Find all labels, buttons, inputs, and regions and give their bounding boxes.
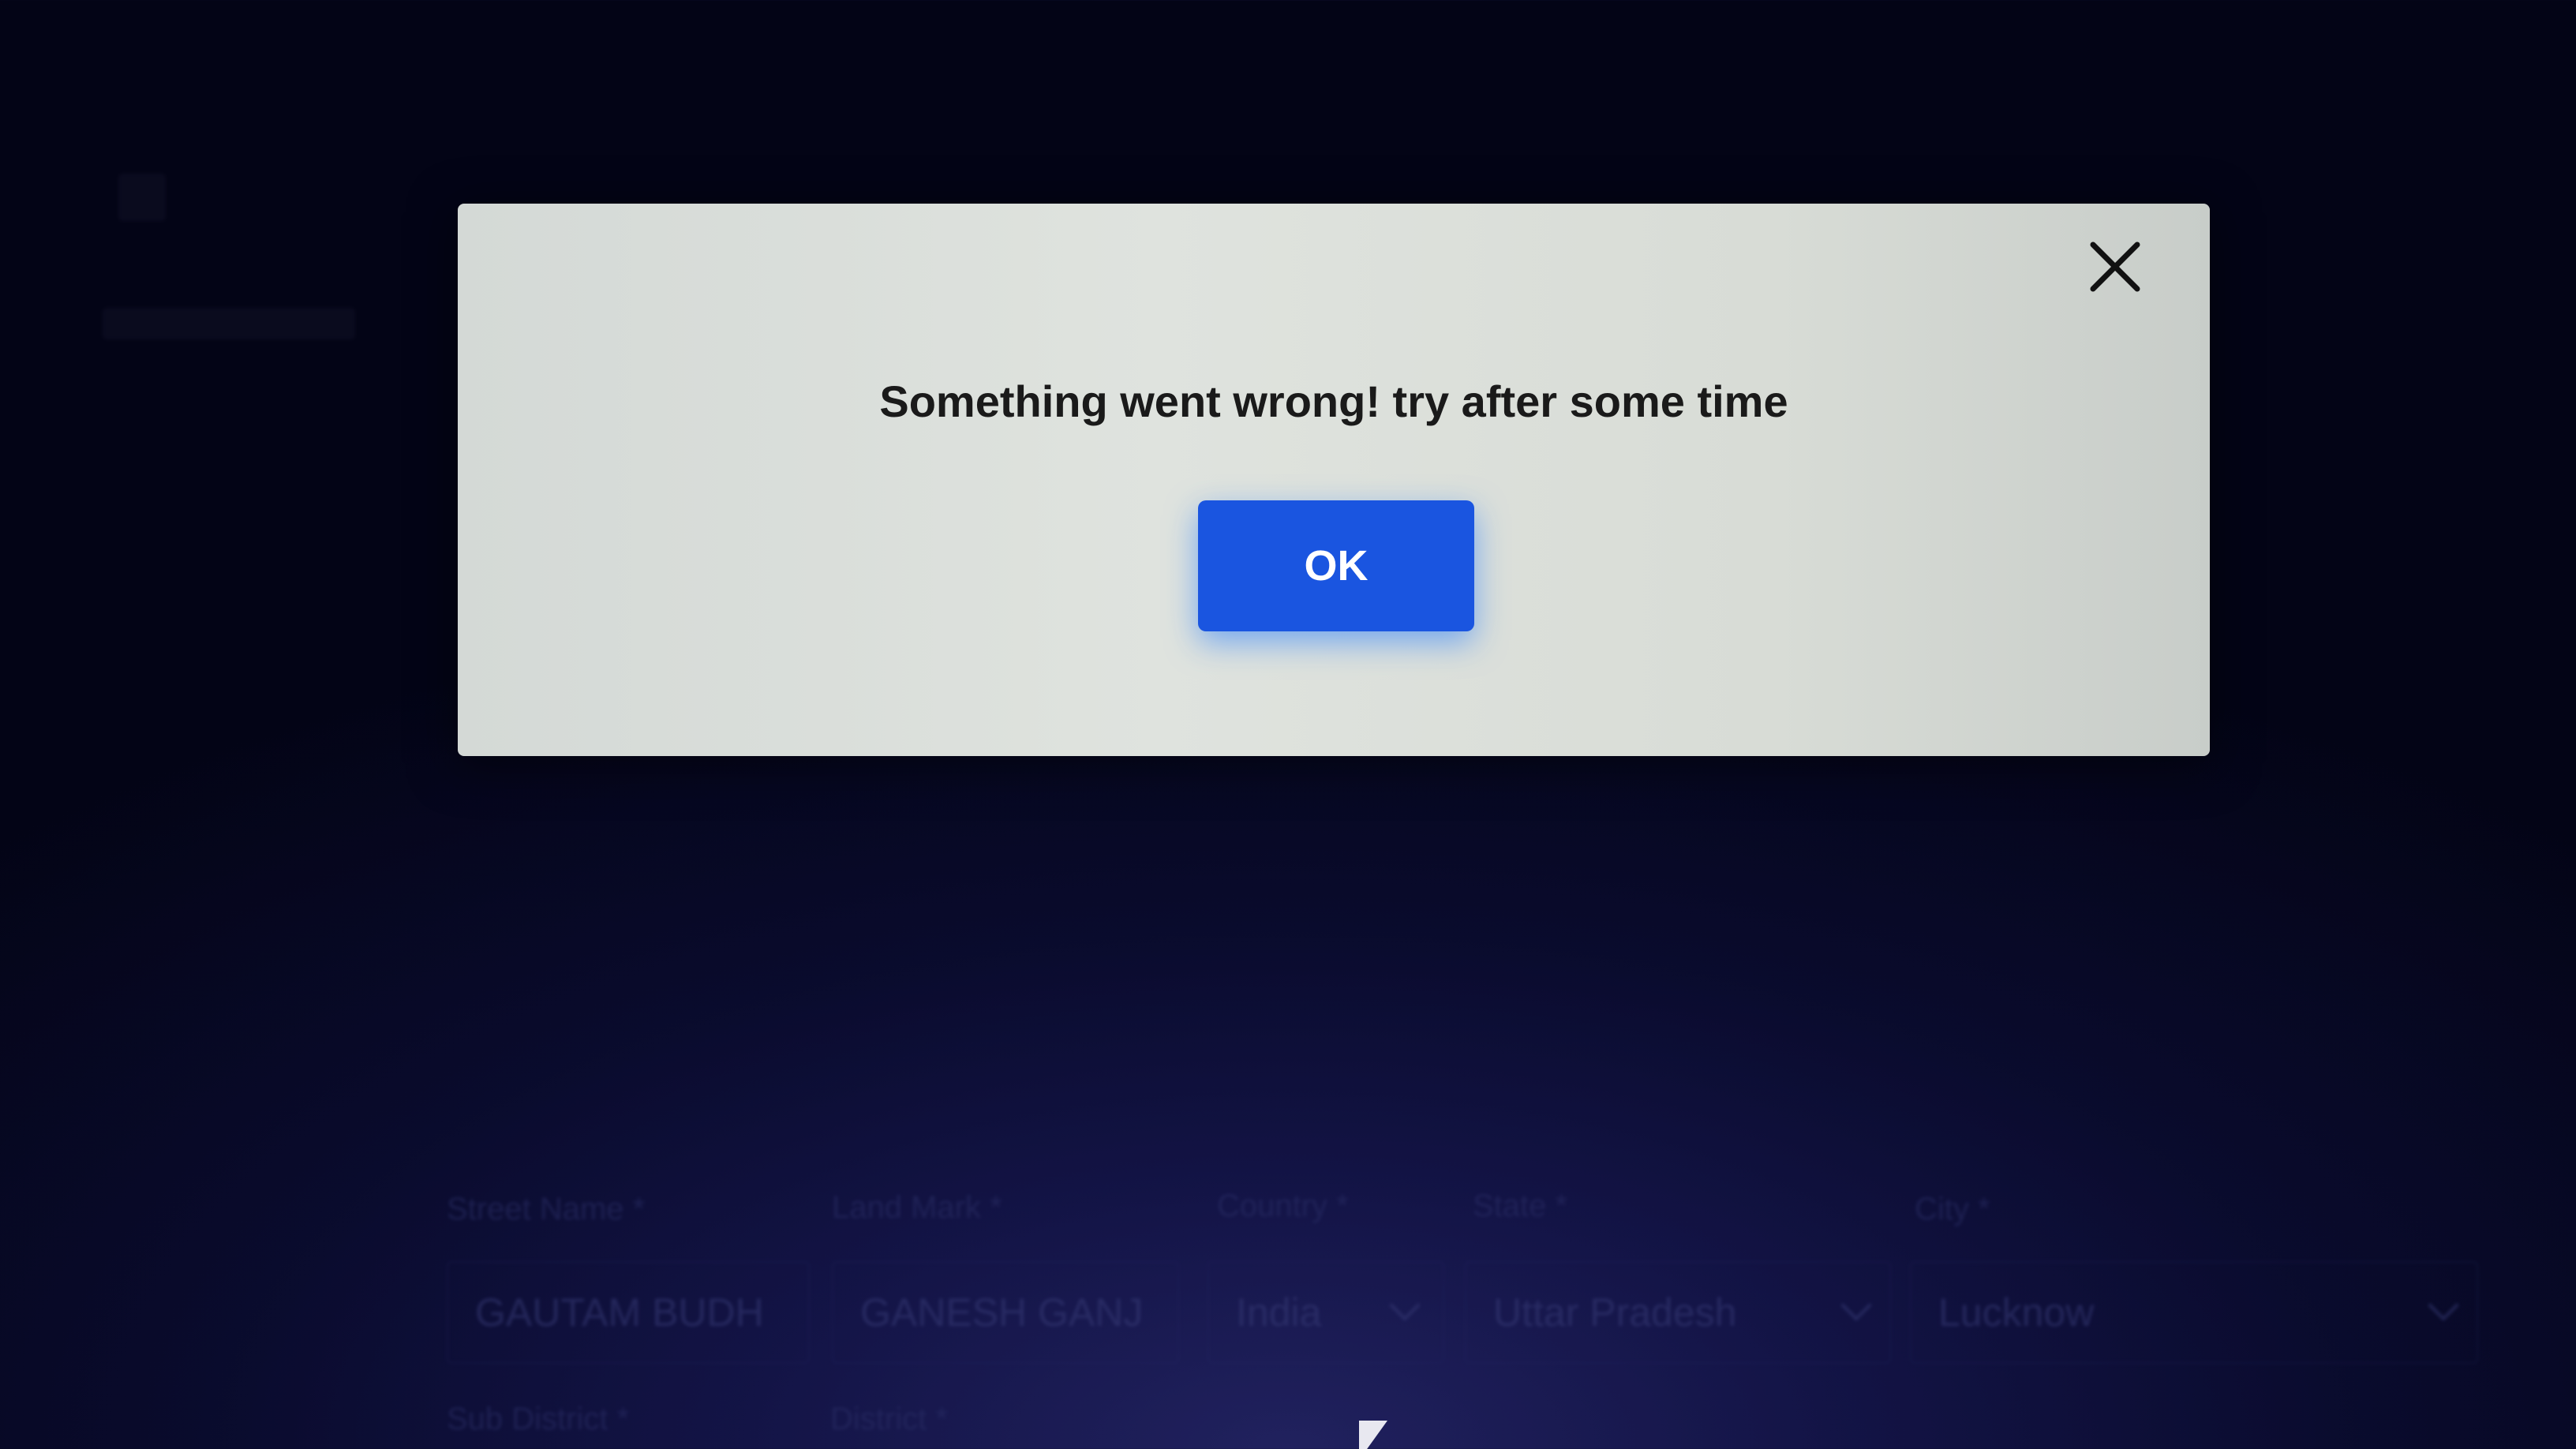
error-dialog: Something went wrong! try after some tim… xyxy=(458,204,2210,756)
mouse-cursor-icon xyxy=(1359,1421,1387,1449)
close-icon xyxy=(2090,242,2140,292)
error-message: Something went wrong! try after some tim… xyxy=(879,376,1788,426)
ok-button[interactable]: OK xyxy=(1198,500,1474,631)
close-button[interactable] xyxy=(2084,235,2147,298)
